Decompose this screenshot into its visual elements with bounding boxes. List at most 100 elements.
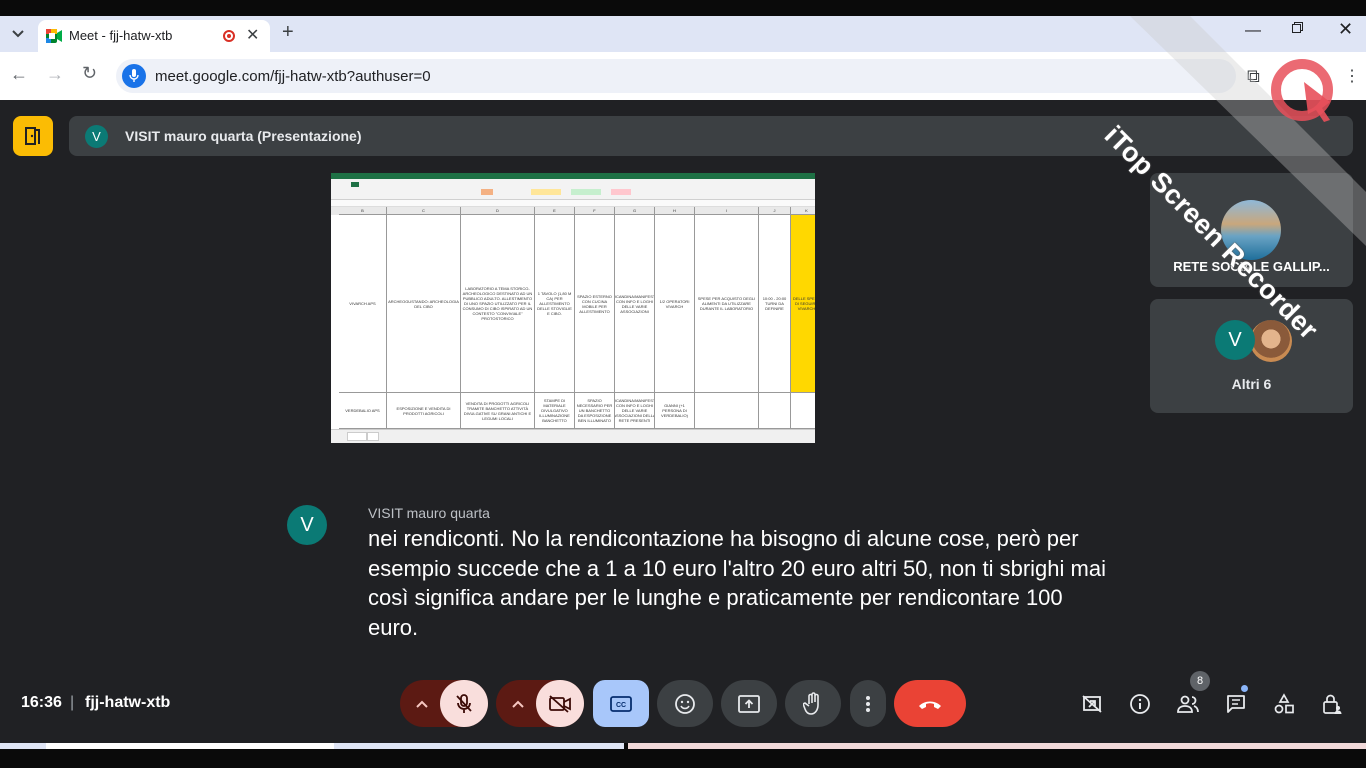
emoji-icon [675, 693, 695, 714]
excel-status-bar [331, 429, 815, 443]
browser-tab-strip: Meet - fjj-hatw-xtb ✕ + — ✕ [0, 16, 1366, 52]
microphone-off-icon [456, 693, 472, 713]
microphone-toggle-button[interactable] [440, 680, 488, 727]
more-vert-icon [866, 695, 870, 712]
restore-window-button[interactable] [1292, 22, 1303, 33]
host-controls-button[interactable] [1316, 688, 1348, 720]
video-settings-button[interactable] [496, 680, 540, 727]
tab-search-button[interactable] [6, 22, 30, 46]
browser-toolbar: ← → ↻ meet.google.com/fjj-hatw-xtb?authu… [0, 52, 1366, 100]
excel-formula-bar [331, 200, 815, 207]
browser-menu-button[interactable]: ⋮ [1344, 66, 1360, 86]
door-exit-icon [25, 127, 40, 145]
raise-hand-icon [803, 691, 819, 715]
column-header: I [695, 207, 759, 215]
svg-text:CC: CC [616, 702, 626, 709]
column-header: C [387, 207, 461, 215]
excel-column-headers: BCDEFGHIJK [331, 207, 815, 215]
column-header: H [655, 207, 695, 215]
column-header: E [535, 207, 575, 215]
more-options-button[interactable] [850, 680, 886, 727]
excel-grid: VIVARCH APS ARCHEOGUSTANDO: ARCHEOLOGIA D… [331, 215, 815, 429]
present-screen-button[interactable] [721, 680, 777, 727]
chat-button[interactable] [1220, 688, 1252, 720]
address-bar[interactable]: meet.google.com/fjj-hatw-xtb?authuser=0 [116, 59, 1236, 93]
activities-button[interactable] [1268, 688, 1300, 720]
close-tab-button[interactable]: ✕ [246, 25, 259, 45]
spreadsheet-cell [791, 393, 815, 429]
spreadsheet-cell: LOCANDINA/MANIFESTO CON INFO E LOGHI DEL… [615, 215, 655, 393]
presenter-avatar: V [85, 125, 108, 148]
presentation-banner: V VISIT mauro quarta (Presentazione) [69, 116, 1353, 156]
participant-tile-others[interactable]: V Altri 6 [1150, 299, 1353, 413]
tab-title: Meet - fjj-hatw-xtb [69, 28, 173, 43]
spreadsheet-cell: 1 TAVOLO (1,80 M CA) PER ALLESTIMENTO DE… [535, 215, 575, 393]
new-tab-button[interactable]: + [282, 21, 294, 44]
activities-shapes-icon [1274, 693, 1294, 714]
caption-speaker-name: VISIT mauro quarta [368, 505, 490, 521]
people-button[interactable] [1172, 688, 1204, 720]
forward-button[interactable]: → [46, 64, 64, 85]
chat-icon [1227, 695, 1245, 713]
chat-unread-dot [1241, 685, 1248, 692]
leave-call-button[interactable] [894, 680, 966, 727]
footer-separator: | [70, 694, 75, 711]
lock-person-icon [1323, 694, 1342, 714]
site-info-mic-icon[interactable] [122, 64, 146, 88]
microphone-icon [129, 69, 139, 82]
reload-button[interactable]: ↻ [82, 63, 97, 84]
camera-off-icon [549, 694, 571, 713]
spreadsheet-cell: SPESE PER ACQUISTO DEGLI ALIMENTI DA UTI… [695, 215, 759, 393]
chevron-up-icon [512, 700, 524, 708]
screen-top-bar [0, 0, 1366, 16]
column-header: G [615, 207, 655, 215]
spreadsheet-cell: SPAZIO ESTERNO CON CUCINA MOBILE PER ALL… [575, 215, 615, 393]
chevron-down-icon [12, 30, 24, 38]
close-window-button[interactable]: ✕ [1338, 19, 1353, 40]
presentation-title: VISIT mauro quarta (Presentazione) [125, 128, 362, 144]
camera-control-group [496, 680, 584, 727]
column-header: F [575, 207, 615, 215]
chevron-up-icon [416, 700, 428, 708]
spreadsheet-cell: LABORATORIO A TEMA STORICO-ARCHEOLOGICO … [461, 215, 535, 393]
spreadsheet-cell: VERDEBALIO APS [339, 393, 387, 429]
presentation-off-button[interactable] [1076, 688, 1108, 720]
excel-ribbon [331, 179, 815, 200]
meeting-info-button[interactable] [1124, 688, 1156, 720]
column-header: K [791, 207, 815, 215]
audio-settings-button[interactable] [400, 680, 444, 727]
minimize-window-button[interactable]: — [1245, 22, 1261, 40]
spreadsheet-cell: DELLE SPESE DI SEGUIRE VIVARCH [791, 215, 815, 393]
spreadsheet-cell: VENDITA DI PRODOTTI AGRICOLI TRAMITE BAN… [461, 393, 535, 429]
spreadsheet-cell: VIVARCH APS [339, 215, 387, 393]
meeting-details-button[interactable] [13, 116, 53, 156]
people-icon [1177, 695, 1199, 713]
spreadsheet-cell: STAMPE DI MATERIALE DIVULGATIVO ILLUMINA… [535, 393, 575, 429]
url-text: meet.google.com/fjj-hatw-xtb?authuser=0 [155, 68, 431, 85]
column-header: D [461, 207, 535, 215]
reactions-button[interactable] [657, 680, 713, 727]
spreadsheet-cell: GIANNI (+1 PERSONA DI VERDEBALIO) [655, 393, 695, 429]
camera-toggle-button[interactable] [536, 680, 584, 727]
spreadsheet-cell: SPAZIO NECESSARIO PER UN BANCHETTO DA ES… [575, 393, 615, 429]
microphone-control-group [400, 680, 488, 727]
raise-hand-button[interactable] [785, 680, 841, 727]
caption-text: nei rendiconti. No la rendicontazione ha… [368, 526, 1106, 640]
hang-up-icon [919, 701, 941, 709]
captions-button[interactable]: CC [593, 680, 649, 727]
column-header: J [759, 207, 791, 215]
spreadsheet-cell: ESPOSIZIONE E VENDITA DI PRODOTTI AGRICO… [387, 393, 461, 429]
caption-speaker-avatar: V [287, 505, 327, 545]
recording-indicator-icon [223, 30, 235, 42]
browser-tab-meet[interactable]: Meet - fjj-hatw-xtb ✕ [38, 20, 270, 52]
present-screen-icon [738, 694, 760, 713]
stop-presenting-icon [1082, 695, 1102, 713]
spreadsheet-cell [759, 393, 791, 429]
extensions-icon[interactable]: ⧉ [1247, 66, 1260, 87]
spreadsheet-cell [695, 393, 759, 429]
back-button[interactable]: ← [10, 64, 28, 85]
spreadsheet-cell: 1/2 OPERATORI VIVARCH [655, 215, 695, 393]
closed-captions-icon: CC [610, 695, 632, 712]
spreadsheet-cell: LOCANDINA/MANIFESTO CON INFO E LOGHI DEL… [615, 393, 655, 429]
participant-avatar: V [1215, 320, 1255, 360]
